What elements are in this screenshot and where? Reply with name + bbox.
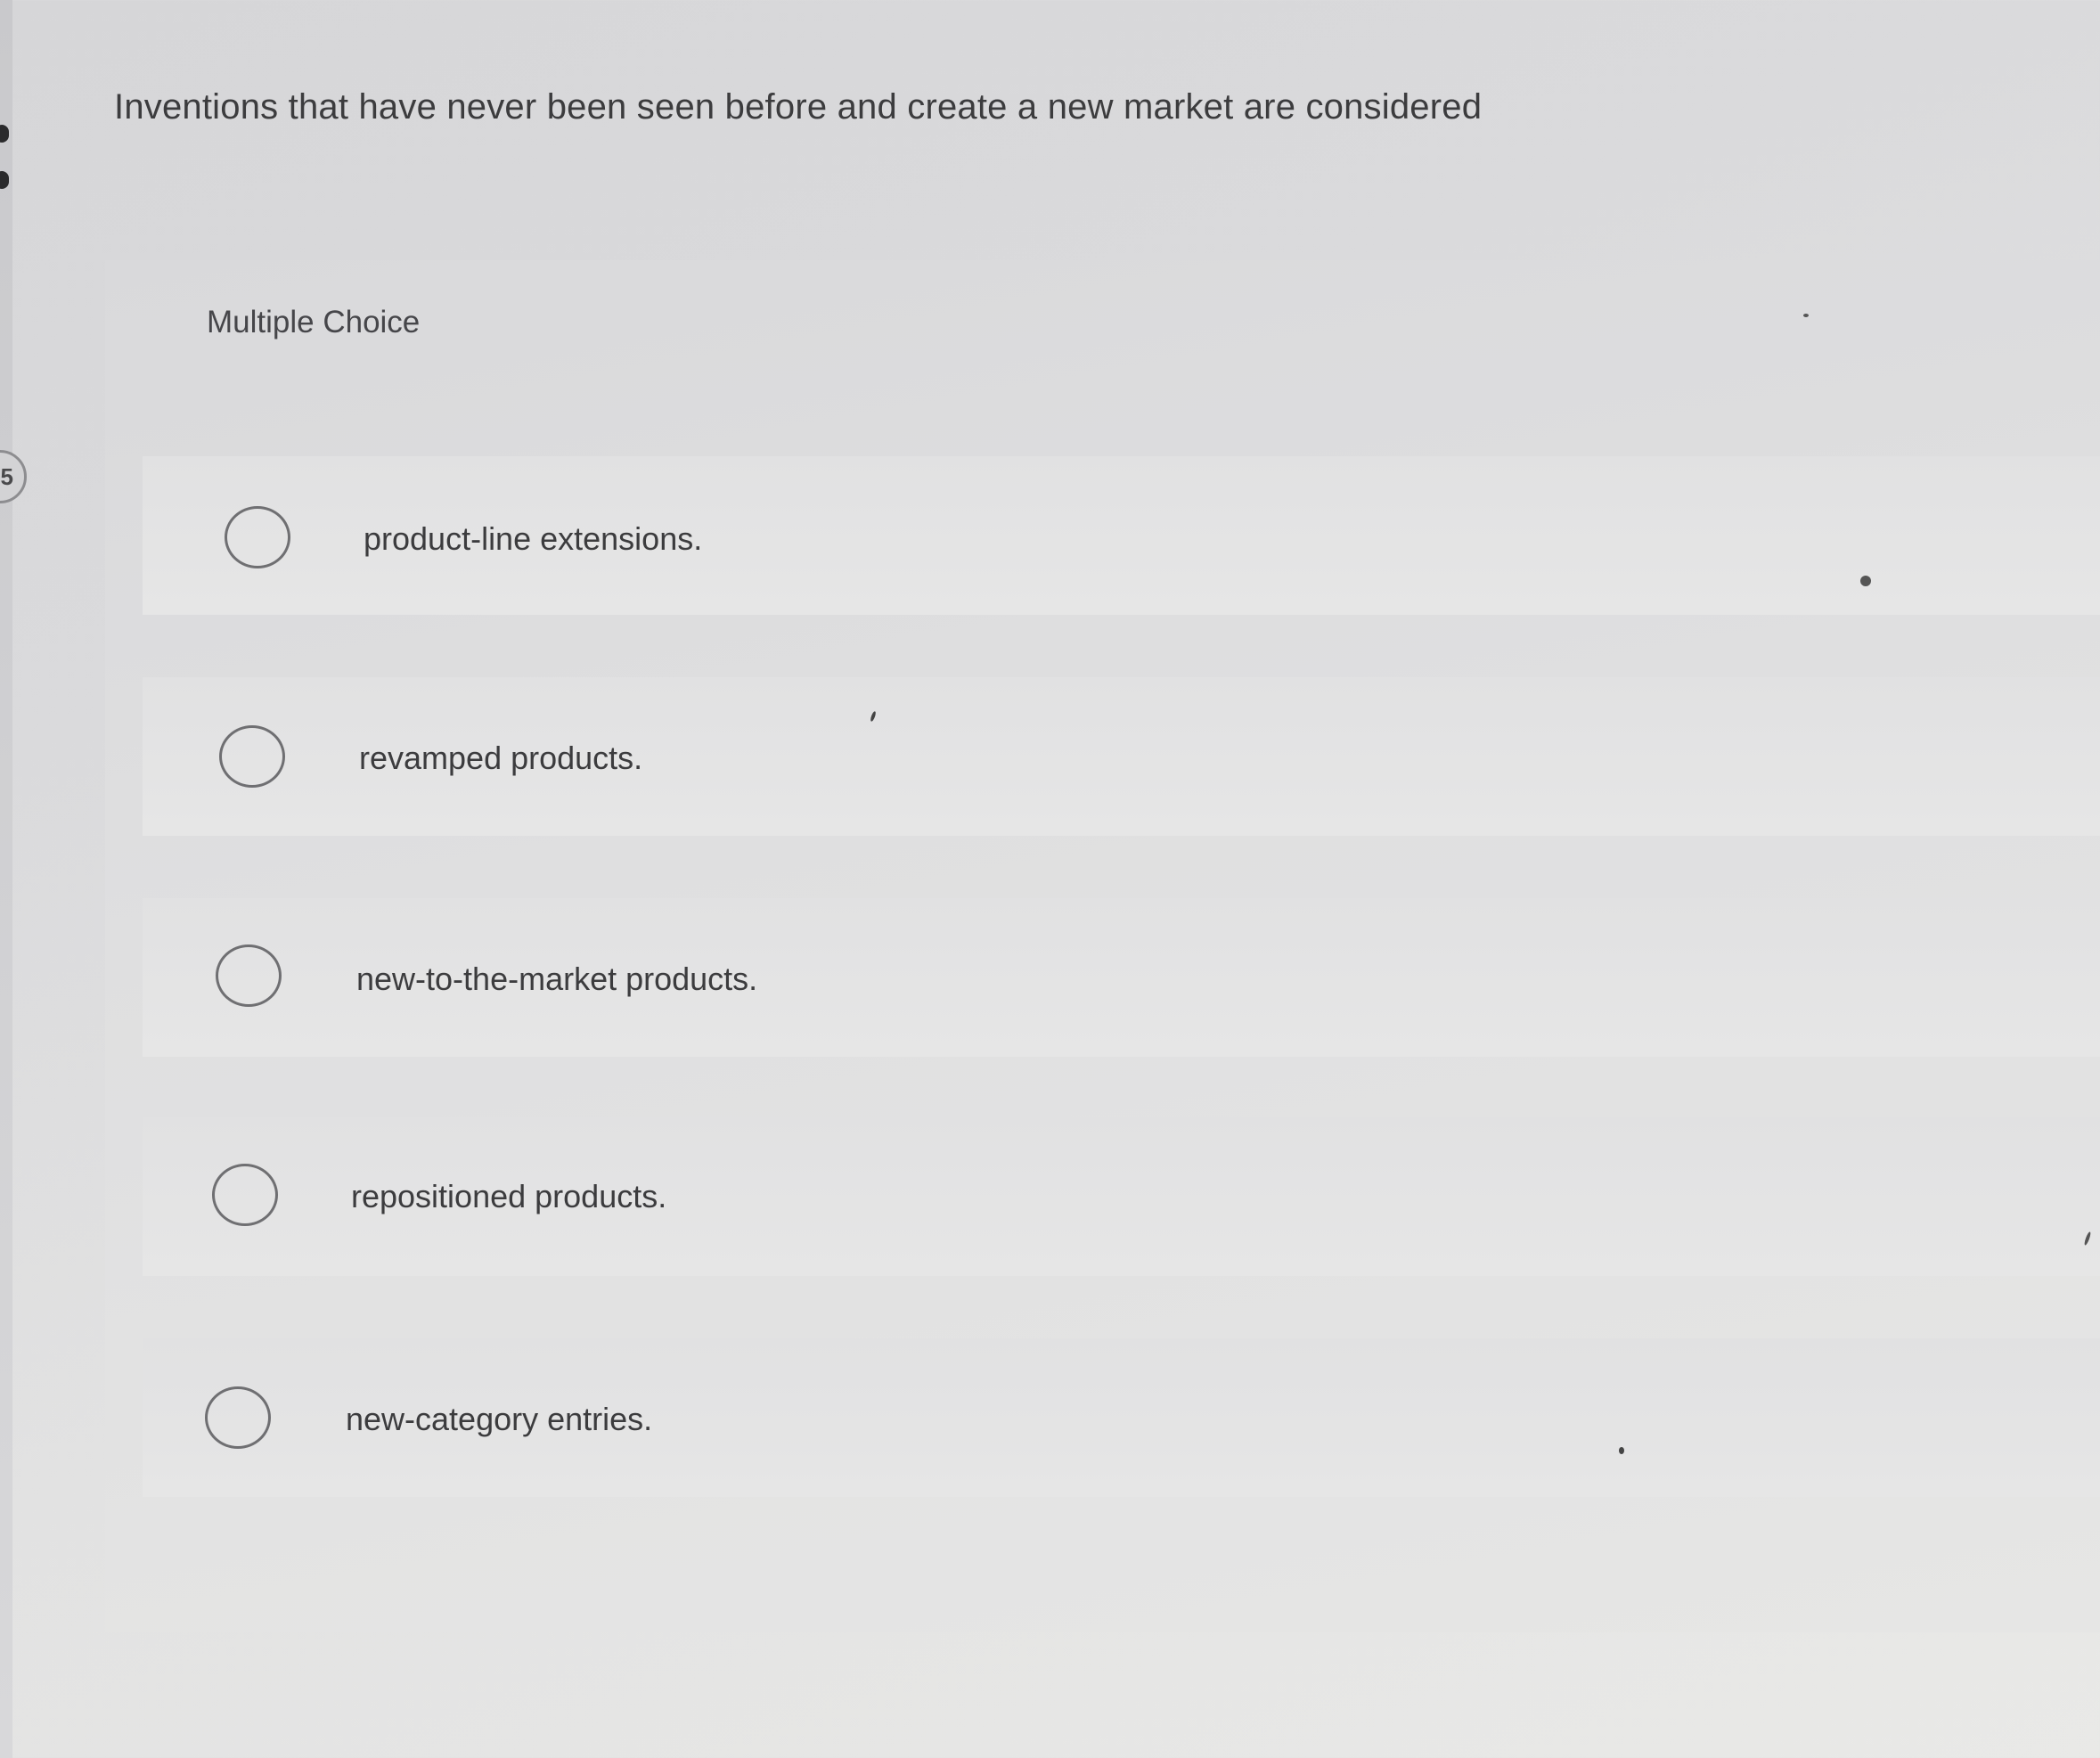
answer-option[interactable]: product-line extensions. (143, 456, 2100, 615)
answer-option[interactable]: new-category entries. (143, 1338, 2100, 1497)
left-edge-marker (0, 125, 9, 143)
answer-option[interactable]: repositioned products. (143, 1117, 2100, 1276)
answer-option-label[interactable]: product-line extensions. (364, 520, 702, 558)
radio-button-icon[interactable] (216, 944, 282, 1007)
question-type-label: Multiple Choice (207, 305, 421, 339)
question-number-badge[interactable]: 5 (0, 450, 27, 503)
screen-speck (1619, 1447, 1624, 1454)
answer-option-label[interactable]: new-to-the-market products. (356, 961, 757, 998)
screen-speck (1803, 314, 1809, 317)
radio-button-icon[interactable] (225, 506, 290, 568)
answer-option-label[interactable]: revamped products. (359, 740, 642, 777)
left-edge-strip (0, 0, 12, 1758)
screen-speck (1860, 576, 1871, 586)
radio-button-icon[interactable] (219, 725, 285, 788)
answer-option[interactable]: revamped products. (143, 677, 2100, 836)
radio-button-icon[interactable] (212, 1164, 278, 1226)
question-number: 5 (0, 463, 13, 490)
answer-option[interactable]: new-to-the-market products. (143, 898, 2100, 1057)
left-edge-marker (0, 171, 9, 189)
answer-option-label[interactable]: new-category entries. (346, 1401, 652, 1438)
radio-button-icon[interactable] (205, 1386, 271, 1449)
question-prompt: Inventions that have never been seen bef… (114, 87, 1483, 127)
answer-option-label[interactable]: repositioned products. (351, 1178, 666, 1215)
